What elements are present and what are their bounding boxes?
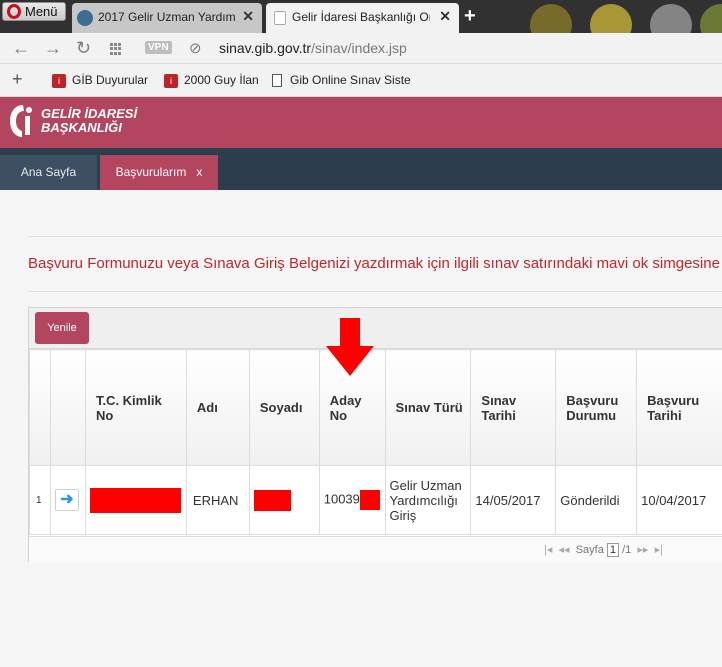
applications-table: T.C. Kimlik No Adı Soyadı Aday No Sınav … [29, 349, 722, 535]
bookmark-label: 2000 Guy İlan [184, 73, 259, 87]
last-page-icon[interactable]: ▸| [655, 544, 663, 556]
header-sinav-turu[interactable]: Sınav Türü [384, 349, 472, 466]
site-logo-text: GELİR İDARESİ BAŞKANLIĞI [41, 107, 137, 135]
logo-line-1: GELİR İDARESİ [41, 106, 138, 121]
bookmark-label: GİB Duyurular [72, 73, 149, 87]
add-bookmark-button[interactable]: + [12, 69, 23, 90]
blue-right-arrow-icon: ➜ [60, 491, 74, 508]
applications-grid: Yenile T.C. Kimlik No Adı Soyadı Aday No… [28, 307, 722, 563]
gib-icon: i [52, 73, 66, 88]
refresh-button[interactable]: Yenile [35, 312, 89, 344]
forward-arrow-icon[interactable]: → [44, 38, 62, 59]
header-basvuru-tarihi[interactable]: Başvuru Tarihi [636, 349, 722, 466]
tab-basvurularim[interactable]: Başvurularım x [100, 155, 218, 190]
instruction-notice: Başvuru Formunuzu veya Sınava Giriş Belg… [28, 255, 720, 272]
cell-basvuru-durumu: Gönderildi [555, 465, 638, 535]
logo-line-2: BAŞKANLIĞI [41, 120, 122, 135]
page-icon [274, 11, 286, 25]
bookmarks-bar: + i GİB Duyurular i 2000 Guy İlan Gib Onli… [0, 64, 722, 97]
redaction-block [253, 489, 291, 511]
tab-label: Başvurularım [115, 165, 187, 179]
next-page-icon[interactable]: ▸▸ [637, 544, 648, 556]
tab-label: Ana Sayfa [20, 165, 77, 179]
site-header: GELİR İDARESİ BAŞKANLIĞI [0, 97, 722, 148]
header-sinav-tarihi[interactable]: Sınav Tarihi [470, 349, 557, 466]
first-page-icon[interactable]: |◂ [544, 544, 552, 556]
opera-menu-label: Menü [25, 4, 58, 19]
address-bar: ← → ↻ VPN ⊘ sinav.gib.gov.tr/sinav/index… [0, 33, 722, 64]
url-field[interactable]: sinav.gib.gov.tr/sinav/index.jsp [219, 40, 407, 56]
divider [28, 291, 722, 292]
grid-pager: |◂ ◂◂ Sayfa 1 /1 ▸▸ ▸| [29, 536, 722, 563]
site-nav: Ana Sayfa Başvurularım x [0, 148, 722, 190]
tab-close-icon[interactable]: ✕ [439, 8, 451, 25]
back-arrow-icon[interactable]: ← [12, 38, 30, 59]
page-icon [272, 74, 282, 88]
table-row[interactable]: 1 ➜ ERHAN 10039 Gelir Uzman Yardımcılığı… [29, 465, 722, 535]
browser-tab-gelir-uzman[interactable]: 2017 Gelir Uzman Yardımcı ✕ [72, 3, 262, 33]
print-action-cell: ➜ [49, 465, 86, 535]
cell-tc-kimlik [84, 465, 187, 535]
browser-tab-gib[interactable]: Gelir İdaresi Başkanlığı Onl ✕ [266, 3, 459, 33]
gib-logo-icon [10, 105, 32, 137]
ty-site-icon [77, 10, 93, 26]
header-adi[interactable]: Adı [185, 349, 250, 466]
url-host: sinav.gib.gov.tr [219, 40, 312, 56]
cell-sinav-turu: Gelir Uzman Yardımcılığı Giriş [384, 465, 472, 535]
cell-adi: ERHAN [185, 465, 250, 535]
page-total: /1 [622, 544, 632, 556]
opera-logo-icon [7, 4, 21, 19]
bookmark-label: Gib Online Sınav Siste [290, 73, 411, 87]
header-tc-kimlik[interactable]: T.C. Kimlik No [84, 349, 187, 466]
header-soyadi[interactable]: Soyadı [248, 349, 320, 466]
grid-toolbar: Yenile [29, 308, 722, 349]
red-down-arrow-icon [326, 318, 374, 376]
security-globe-icon[interactable]: ⊘ [189, 39, 202, 57]
speed-dial-thumbnails [490, 0, 722, 46]
vpn-badge[interactable]: VPN [145, 41, 172, 54]
tab-ana-sayfa[interactable]: Ana Sayfa [0, 155, 97, 190]
browser-tab-strip: Menü 2017 Gelir Uzman Yardımcı ✕ Gelir İ… [0, 0, 722, 46]
url-path: /sinav/index.jsp [311, 40, 407, 56]
new-tab-button[interactable]: + [464, 5, 476, 28]
bookmark-gib-online[interactable]: Gib Online Sınav Siste [272, 73, 411, 88]
prev-page-icon[interactable]: ◂◂ [559, 544, 570, 556]
print-arrow-button[interactable]: ➜ [54, 489, 79, 511]
bookmark-gib-duyurular[interactable]: i GİB Duyurular [52, 73, 148, 88]
speed-dial-grid-icon[interactable] [110, 43, 122, 55]
bookmark-guy-ilan[interactable]: i 2000 Guy İlan [164, 73, 259, 88]
row-number: 1 [29, 465, 51, 535]
cell-soyadi [248, 465, 320, 535]
tab-close-icon[interactable]: x [196, 165, 202, 179]
opera-menu-button[interactable]: Menü [2, 2, 66, 21]
cell-aday-no: 10039 [318, 465, 386, 535]
page-label: Sayfa [575, 544, 604, 556]
header-basvuru-durumu[interactable]: Başvuru Durumu [555, 349, 638, 466]
tab-close-icon[interactable]: ✕ [242, 8, 254, 25]
aday-no-value: 10039 [323, 491, 360, 507]
page-number-input[interactable]: 1 [606, 543, 620, 557]
redaction-block [359, 490, 380, 510]
tab-title: Gelir İdaresi Başkanlığı Onl [292, 10, 430, 24]
gib-icon: i [164, 73, 178, 88]
divider [28, 236, 722, 237]
table-header-row: T.C. Kimlik No Adı Soyadı Aday No Sınav … [29, 349, 722, 466]
header-rownum [29, 349, 51, 466]
reload-icon[interactable]: ↻ [76, 38, 91, 59]
cell-sinav-tarihi: 14/05/2017 [470, 465, 557, 535]
redaction-block [89, 487, 181, 513]
cell-basvuru-tarihi: 10/04/2017 [636, 465, 722, 535]
header-action [49, 349, 86, 466]
tab-title: 2017 Gelir Uzman Yardımcı [98, 10, 236, 24]
